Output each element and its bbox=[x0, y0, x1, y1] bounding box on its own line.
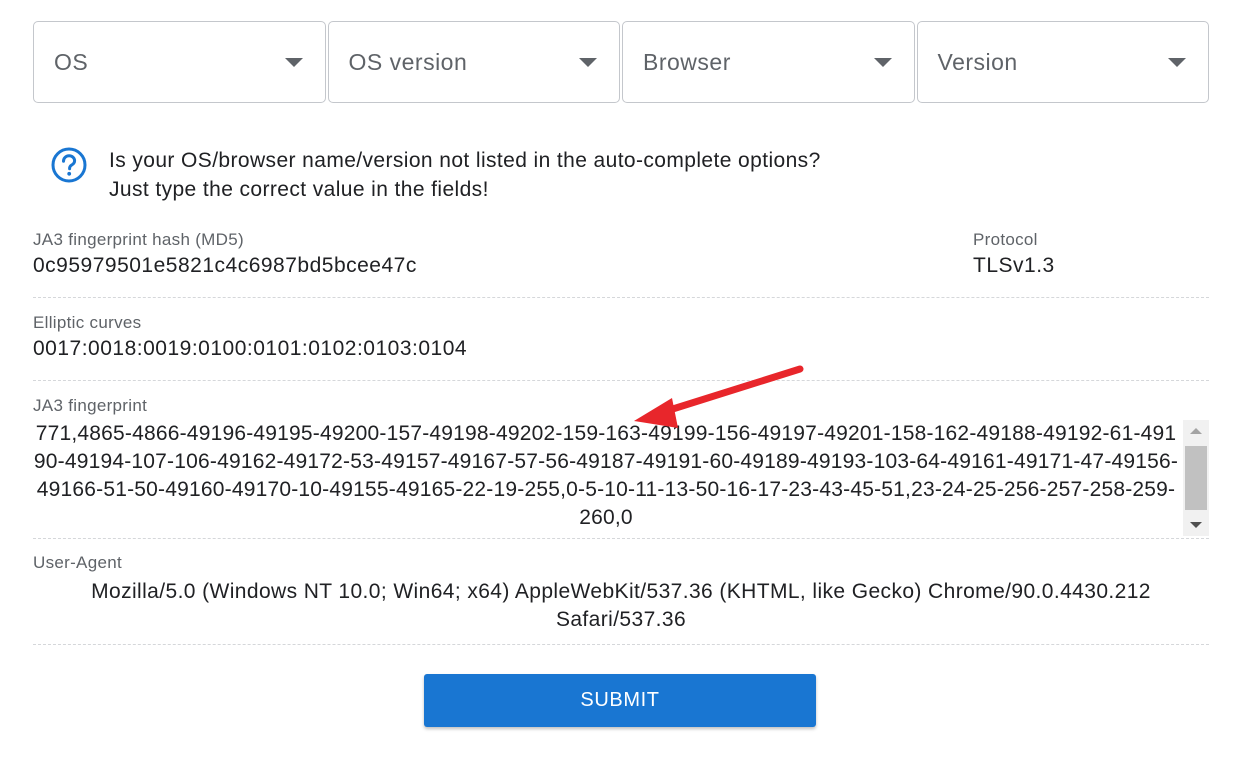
ja3-hash-label: JA3 fingerprint hash (MD5) bbox=[33, 230, 244, 249]
chevron-down-icon bbox=[284, 57, 303, 67]
chevron-down-icon bbox=[579, 57, 597, 67]
divider bbox=[33, 538, 1209, 539]
protocol-label: Protocol bbox=[973, 230, 1038, 249]
ja3-hash-value: 0c95979501e5821c4c6987bd5bcee47c bbox=[33, 254, 417, 277]
ja3-fingerprint-value[interactable]: 771,4865-4866-49196-49195-49200-157-4919… bbox=[33, 420, 1179, 536]
protocol-field: Protocol TLSv1.3 bbox=[973, 230, 1055, 278]
elliptic-curves-field: Elliptic curves 0017:0018:0019:0100:0101… bbox=[33, 313, 467, 361]
hint-line-1: Is your OS/browser name/version not list… bbox=[109, 149, 821, 172]
scroll-thumb[interactable] bbox=[1185, 446, 1207, 510]
vertical-scrollbar[interactable] bbox=[1183, 420, 1209, 536]
autocomplete-hint: Is your OS/browser name/version not list… bbox=[50, 146, 821, 204]
divider bbox=[33, 297, 1209, 298]
browser-select-label: Browser bbox=[643, 48, 731, 75]
protocol-value: TLSv1.3 bbox=[973, 254, 1055, 277]
help-circle-icon bbox=[51, 147, 87, 183]
hint-text: Is your OS/browser name/version not list… bbox=[109, 146, 821, 204]
user-agent-value: Mozilla/5.0 (Windows NT 10.0; Win64; x64… bbox=[91, 580, 1151, 631]
ja3-hash-field: JA3 fingerprint hash (MD5) 0c95979501e58… bbox=[33, 230, 417, 278]
user-agent-label: User-Agent bbox=[33, 553, 122, 572]
ja3-fingerprint-textarea[interactable]: 771,4865-4866-49196-49195-49200-157-4919… bbox=[33, 420, 1209, 536]
browser-version-select[interactable]: Version bbox=[916, 21, 1209, 103]
os-version-select[interactable]: OS version bbox=[327, 21, 620, 103]
browser-version-select-label: Version bbox=[937, 48, 1018, 75]
os-select-label: OS bbox=[54, 48, 89, 75]
os-select[interactable]: OS bbox=[33, 21, 326, 103]
elliptic-curves-value: 0017:0018:0019:0100:0101:0102:0103:0104 bbox=[33, 337, 468, 360]
arrow-down-icon bbox=[1190, 522, 1202, 528]
arrow-up-icon bbox=[1190, 428, 1202, 434]
os-version-select-label: OS version bbox=[348, 48, 468, 75]
scroll-up-button[interactable] bbox=[1183, 420, 1209, 442]
select-row: OS OS version Browser Version bbox=[33, 21, 1209, 105]
divider bbox=[33, 644, 1209, 645]
submit-button[interactable]: SUBMIT bbox=[424, 674, 816, 727]
fingerprint-form: OS OS version Browser Version Is your OS… bbox=[0, 0, 1254, 757]
browser-select[interactable]: Browser bbox=[622, 21, 915, 103]
scroll-down-button[interactable] bbox=[1183, 514, 1209, 536]
ja3-fingerprint-label: JA3 fingerprint bbox=[33, 396, 148, 415]
divider bbox=[33, 380, 1209, 381]
hint-line-2: Just type the correct value in the field… bbox=[109, 178, 489, 201]
chevron-down-icon bbox=[873, 57, 892, 67]
chevron-down-icon bbox=[1168, 57, 1186, 67]
elliptic-curves-label: Elliptic curves bbox=[33, 313, 142, 332]
